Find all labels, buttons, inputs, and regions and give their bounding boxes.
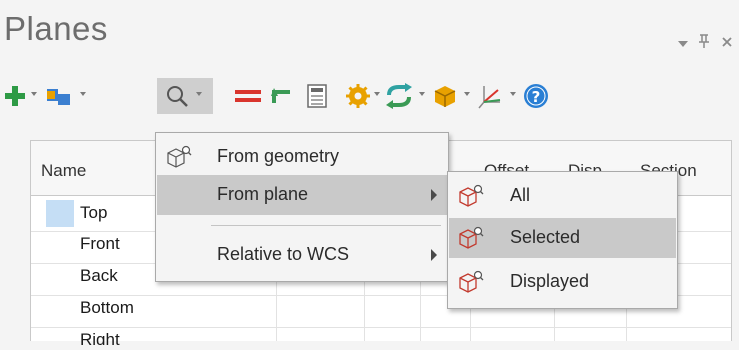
table-row[interactable]: Right	[80, 330, 120, 345]
table-row[interactable]: Back	[80, 266, 118, 286]
sync-dropdown-icon[interactable]	[419, 92, 425, 96]
table-row[interactable]: Front	[80, 234, 120, 254]
help-icon[interactable]: ?	[522, 78, 550, 114]
add-icon[interactable]	[2, 78, 28, 114]
axes-dropdown-icon[interactable]	[510, 92, 516, 96]
submenu-item-displayed[interactable]: Displayed	[449, 262, 676, 302]
close-icon[interactable]	[721, 35, 733, 52]
calculator-icon[interactable]	[306, 78, 328, 114]
submenu: All Selected Displayed	[447, 171, 678, 309]
add-dropdown-icon[interactable]	[31, 92, 37, 96]
cube-red-search-icon	[456, 268, 484, 301]
search-dropdown-icon[interactable]	[196, 92, 202, 96]
flag-icon[interactable]	[44, 78, 74, 114]
chevron-down-icon[interactable]	[677, 36, 689, 53]
chevron-right-icon	[431, 189, 437, 201]
svg-text:?: ?	[532, 88, 541, 106]
menu-item-from-geometry[interactable]: From geometry	[157, 137, 447, 177]
submenu-item-selected[interactable]: Selected	[449, 218, 676, 258]
flag-dropdown-icon[interactable]	[80, 92, 86, 96]
table-row[interactable]: Bottom	[80, 298, 134, 318]
gear-dropdown-icon[interactable]	[374, 92, 380, 96]
menu-item-from-plane[interactable]: From plane	[157, 175, 447, 215]
column-header-name[interactable]: Name	[31, 141, 157, 196]
menu-item-relative-to-wcs[interactable]: Relative to WCS	[157, 235, 447, 275]
sync-icon[interactable]	[385, 78, 413, 114]
search-icon[interactable]	[164, 78, 190, 114]
cube-red-search-icon	[456, 224, 484, 257]
equals-icon[interactable]	[233, 78, 263, 114]
box-dropdown-icon[interactable]	[464, 92, 470, 96]
submenu-item-all[interactable]: All	[449, 176, 676, 216]
undo-icon[interactable]	[268, 78, 296, 114]
pin-icon[interactable]	[697, 33, 711, 53]
context-menu: From geometry From plane Relative to WCS	[155, 132, 449, 282]
cube-search-icon	[164, 143, 192, 176]
box-icon[interactable]	[432, 78, 458, 114]
cube-red-search-icon	[456, 182, 484, 215]
gear-icon[interactable]	[345, 78, 371, 114]
menu-divider	[211, 225, 441, 226]
panel-title: Planes	[4, 10, 108, 47]
row-color-swatch	[46, 200, 74, 227]
axes-icon[interactable]	[476, 78, 504, 114]
chevron-right-icon	[431, 249, 437, 261]
table-row[interactable]: Top	[80, 203, 107, 223]
